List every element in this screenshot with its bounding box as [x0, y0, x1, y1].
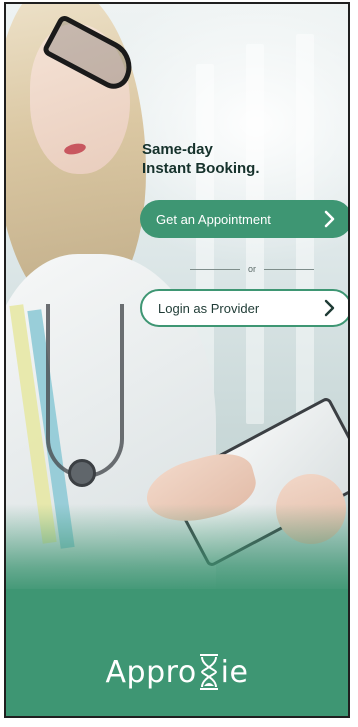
- hourglass-icon: [199, 654, 218, 690]
- headline: Same-day Instant Booking.: [142, 140, 342, 178]
- headline-line-1: Same-day: [142, 141, 213, 158]
- divider-line-left: [190, 268, 240, 270]
- logo-text-prefix: Appro: [105, 654, 197, 690]
- divider-line-right: [264, 268, 315, 270]
- stethoscope-head: [68, 459, 96, 487]
- headline-line-2: Instant Booking.: [142, 160, 260, 177]
- login-provider-button[interactable]: Login as Provider: [140, 289, 348, 327]
- or-divider: or: [190, 262, 315, 276]
- app-screen: Same-day Instant Booking. Get an Appoint…: [4, 2, 350, 718]
- get-appointment-label: Get an Appointment: [156, 211, 271, 227]
- get-appointment-button[interactable]: Get an Appointment: [140, 200, 348, 238]
- chevron-right-icon: [324, 299, 335, 317]
- login-provider-label: Login as Provider: [158, 300, 260, 316]
- footer-gradient: [6, 504, 348, 594]
- divider-text: or: [248, 264, 257, 274]
- chevron-right-icon: [324, 210, 335, 228]
- stethoscope: [46, 304, 124, 478]
- logo-text-suffix: ie: [220, 654, 249, 690]
- approxie-logo: Appro ie: [6, 647, 348, 697]
